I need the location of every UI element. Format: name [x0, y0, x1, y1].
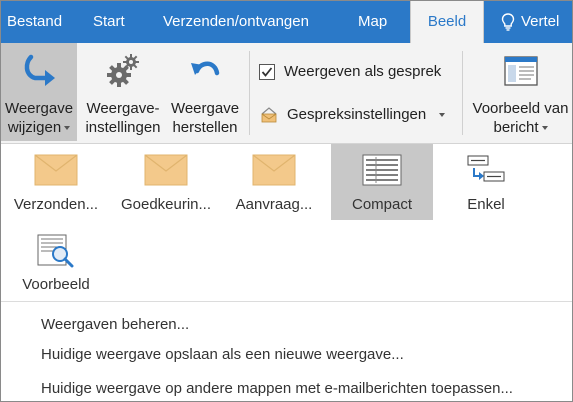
outlook-window: Bestand Start Verzenden/ontvangen Map Be… [0, 0, 573, 402]
reset-view-label-line1: Weergave [170, 100, 240, 117]
tab-beeld[interactable]: Beeld [410, 1, 484, 43]
tab-verzenden-ontvangen[interactable]: Verzenden/ontvangen [163, 1, 309, 43]
checkmark-icon [261, 67, 273, 77]
envelope-icon [144, 154, 188, 186]
manage-views-menu-item[interactable]: Weergaven beheren... [41, 313, 189, 337]
ribbon-separator [249, 51, 250, 135]
view-settings-label-line2: instellingen [85, 119, 161, 136]
menu-divider [1, 301, 572, 302]
single-list-icon [467, 155, 505, 182]
view-item-label: Verzonden... [13, 196, 99, 213]
dropdown-caret-icon [439, 113, 445, 117]
gears-icon [107, 54, 139, 87]
tab-map[interactable]: Map [358, 1, 387, 43]
conversation-settings-icon [261, 107, 277, 123]
change-view-label-line1: Weergave [4, 100, 74, 117]
reset-view-button[interactable]: Weergave herstellen [167, 43, 243, 141]
save-current-view-menu-item[interactable]: Huidige weergave opslaan als een nieuwe … [41, 343, 404, 367]
show-as-conversations-checkbox[interactable]: Weergeven als gesprek [259, 63, 459, 81]
view-item-label: Goedkeurin... [120, 196, 212, 213]
view-item-label: Compact [351, 196, 413, 213]
show-as-conversations-label: Weergeven als gesprek [284, 63, 442, 80]
view-item-verzonden[interactable]: Verzonden... [5, 144, 107, 220]
change-view-label-line2: wijzigen [7, 119, 62, 136]
conversation-settings-button[interactable]: Gespreksinstellingen [259, 106, 459, 124]
change-view-button[interactable]: Weergave wijzigen [1, 43, 77, 141]
view-item-compact[interactable]: Compact [331, 144, 433, 220]
preview-magnifier-icon [37, 234, 74, 268]
envelope-icon [252, 154, 296, 186]
dropdown-caret-icon [64, 126, 71, 131]
apply-current-view-menu-item[interactable]: Huidige weergave op andere mappen met e-… [41, 377, 513, 401]
ribbon-separator [462, 51, 463, 135]
reading-pane-label-line1: Voorbeeld van [472, 100, 569, 117]
checkbox-box [259, 64, 275, 80]
view-settings-label-line1: Weergave- [86, 100, 160, 117]
tell-me-label: Vertel [521, 13, 560, 30]
view-item-enkel[interactable]: Enkel [435, 144, 537, 220]
view-item-label: Enkel [467, 196, 505, 213]
conversation-settings-label: Gespreksinstellingen [287, 106, 427, 123]
reset-view-label-line2: herstellen [172, 119, 238, 136]
tab-bestand[interactable]: Bestand [7, 1, 62, 43]
reading-pane-button[interactable]: Voorbeeld van bericht [467, 43, 572, 141]
view-settings-button[interactable]: Weergave- instellingen [81, 43, 165, 141]
undo-arrow-icon [191, 61, 220, 76]
view-item-goedkeuring[interactable]: Goedkeurin... [115, 144, 217, 220]
view-item-label: Aanvraag... [235, 196, 313, 213]
reading-pane-label-line2: bericht [493, 119, 539, 136]
reading-pane-icon [503, 56, 538, 86]
view-item-label: Voorbeeld [22, 276, 90, 293]
view-item-aanvraag[interactable]: Aanvraag... [223, 144, 325, 220]
ribbon-tab-bar: Bestand Start Verzenden/ontvangen Map Be… [1, 1, 572, 43]
dropdown-caret-icon [541, 126, 548, 131]
view-item-voorbeeld[interactable]: Voorbeeld [5, 224, 107, 300]
lightbulb-icon [501, 13, 515, 31]
ribbon-current-view-group: Weergave wijzigen Weergave- instellingen… [1, 43, 572, 144]
tab-start[interactable]: Start [93, 1, 125, 43]
change-view-arrow-icon [24, 54, 55, 86]
compact-list-icon [362, 154, 402, 186]
change-view-gallery: Verzonden... Goedkeurin... Aanvraag... C… [1, 144, 572, 300]
envelope-icon [34, 154, 78, 186]
